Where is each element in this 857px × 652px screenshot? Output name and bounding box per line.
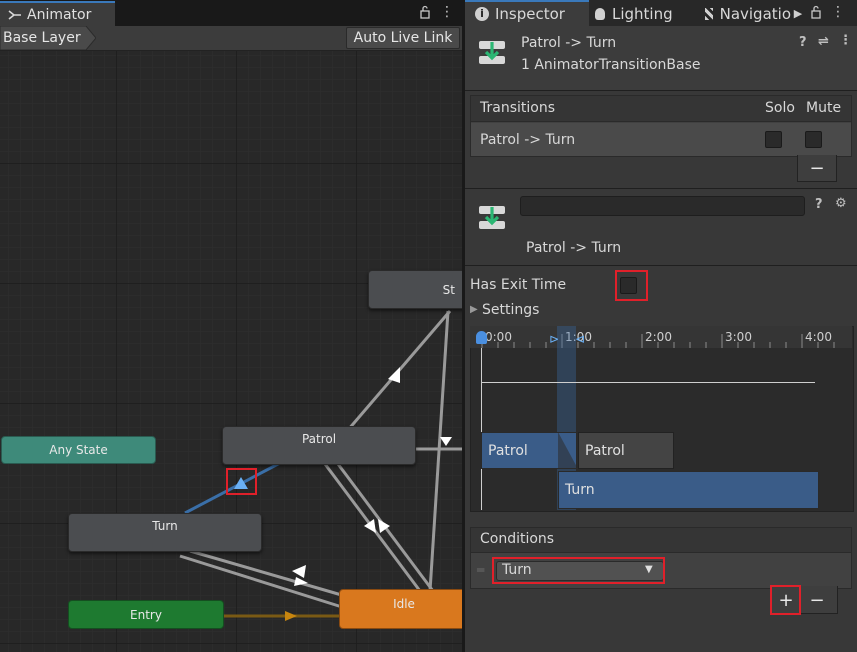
state-start-partial[interactable]: St <box>368 270 462 309</box>
breadcrumb-base-layer[interactable]: Base Layer <box>3 28 81 48</box>
lightbulb-icon <box>595 7 605 20</box>
exit-time-marker-icon[interactable]: ⊳ <box>549 332 559 346</box>
transition-title: Patrol -> Turn <box>526 240 622 256</box>
condition-dropdown-highlight <box>492 557 665 584</box>
state-turn[interactable]: Turn <box>68 513 262 552</box>
settings-foldout[interactable]: Settings <box>482 302 539 318</box>
transition-name-field[interactable] <box>520 196 805 216</box>
animator-tab[interactable]: Animator <box>0 1 115 26</box>
state-patrol[interactable]: Patrol <box>222 426 416 465</box>
presets-icon[interactable]: ⇌ <box>818 34 829 49</box>
animator-icon <box>8 9 21 20</box>
solo-header-label: Solo <box>765 100 795 116</box>
timeline-tick-label: 3:00 <box>725 330 752 344</box>
state-any-state[interactable]: Any State <box>1 436 156 464</box>
tab-inspector[interactable]: i Inspector <box>475 1 565 26</box>
separator <box>465 90 857 91</box>
help-icon[interactable]: ? <box>799 35 807 50</box>
timeline-playhead <box>481 348 482 510</box>
gear-icon[interactable]: ⚙ <box>835 196 847 211</box>
auto-live-link-button[interactable]: Auto Live Link <box>346 27 460 49</box>
tab-inspector-label: Inspector <box>495 4 565 23</box>
separator <box>465 265 857 266</box>
tab-lighting[interactable]: Lighting <box>595 1 673 26</box>
transitions-header-label: Transitions <box>480 100 555 116</box>
state-machine-graph[interactable]: St Any State Patrol Turn Entry Idle <box>0 51 462 652</box>
has-exit-time-highlight <box>615 270 648 301</box>
foldout-arrow-icon[interactable]: ▶ <box>470 304 478 315</box>
more-options-icon[interactable]: ⋮ <box>831 4 845 20</box>
transition-icon <box>479 206 505 229</box>
graph-grid <box>0 51 462 652</box>
info-icon: i <box>475 6 489 21</box>
inspector-title: Patrol -> Turn <box>521 35 617 51</box>
blend-wedge <box>558 432 578 469</box>
selected-transition-highlight <box>226 468 257 495</box>
timeline-tick-label: 2:00 <box>645 330 672 344</box>
parameter-curve <box>481 382 815 383</box>
tab-scroll-right-icon[interactable]: ▶ <box>791 3 805 23</box>
start-marker-icon[interactable] <box>476 331 487 344</box>
remove-condition-button[interactable]: − <box>803 587 831 613</box>
mute-checkbox[interactable] <box>805 131 822 148</box>
tab-navigation-label: Navigatio <box>719 4 791 23</box>
lock-icon[interactable] <box>418 4 432 20</box>
destination-state-bar[interactable]: Turn <box>558 471 819 509</box>
timeline-tick-label: 4:00 <box>805 330 832 344</box>
conditions-header-label: Conditions <box>480 531 555 547</box>
drag-handle-icon[interactable]: ═ <box>477 563 484 577</box>
solo-checkbox[interactable] <box>765 131 782 148</box>
help-icon[interactable]: ? <box>815 197 823 212</box>
add-condition-highlight <box>770 585 801 615</box>
timeline-tick-label: 0:00 <box>485 330 512 344</box>
inspector-subtitle: 1 AnimatorTransitionBase <box>521 57 701 73</box>
tab-lighting-label: Lighting <box>612 4 673 23</box>
navigation-icon <box>705 7 713 20</box>
source-state-bar-loop[interactable]: Patrol <box>578 432 674 469</box>
remove-transition-button[interactable]: − <box>797 155 837 182</box>
animator-window: Animator ⋮ Base Layer Auto Live Link St … <box>0 0 462 652</box>
mute-header-label: Mute <box>806 100 842 116</box>
has-exit-time-label: Has Exit Time <box>470 277 567 293</box>
lock-icon[interactable] <box>809 4 823 20</box>
separator <box>465 188 857 189</box>
more-options-icon[interactable]: ⋮ <box>440 4 454 20</box>
transition-icon <box>479 41 505 64</box>
animator-tab-label: Animator <box>27 6 92 23</box>
more-options-icon[interactable]: ⋮ <box>839 33 852 48</box>
transition-end-marker-icon[interactable]: ⊲ <box>575 332 585 346</box>
tab-navigation[interactable]: Navigatio <box>705 1 791 26</box>
transition-row-label: Patrol -> Turn <box>480 132 576 148</box>
state-entry[interactable]: Entry <box>68 600 224 629</box>
state-idle[interactable]: Idle <box>339 589 462 629</box>
inspector-window: i Inspector Lighting Navigatio ▶ ⋮ Patro… <box>465 0 857 652</box>
